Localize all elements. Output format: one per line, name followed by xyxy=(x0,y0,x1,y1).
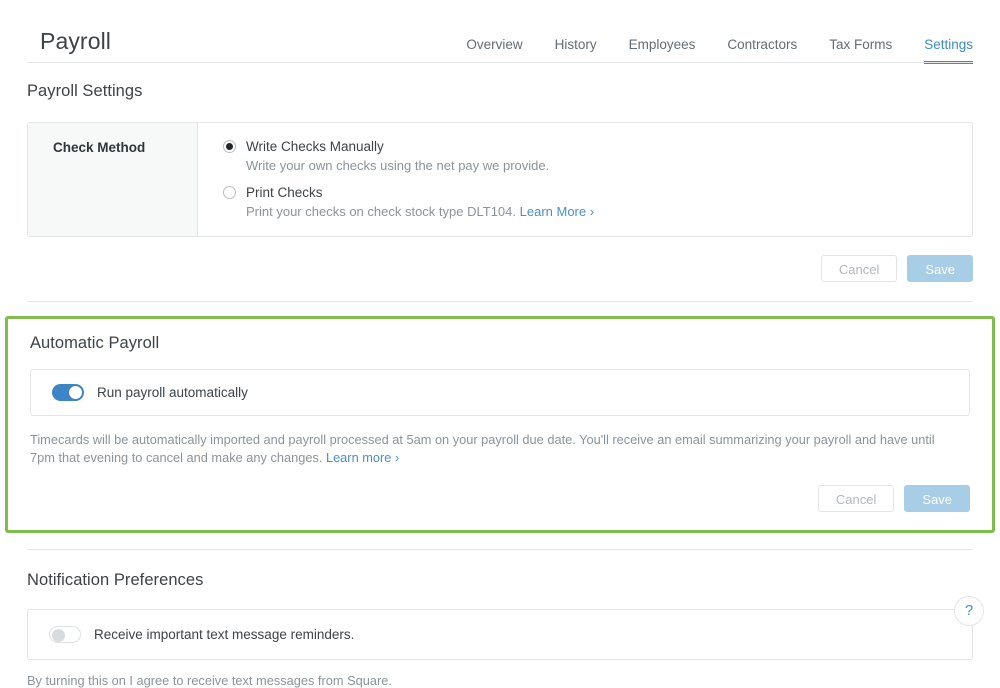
radio-description-write-checks-manually: Write your own checks using the net pay … xyxy=(246,158,972,173)
toggle-knob-icon xyxy=(52,629,65,642)
automatic-payroll-helper-body: Timecards will be automatically imported… xyxy=(30,432,935,465)
radio-icon-write-checks-manually[interactable] xyxy=(223,140,236,153)
toggle-label-text-message-reminders: Receive important text message reminders… xyxy=(94,627,354,642)
payroll-settings-title: Payroll Settings xyxy=(27,82,973,101)
save-button-automatic-payroll[interactable]: Save xyxy=(904,485,970,512)
payroll-settings-button-row: Cancel Save xyxy=(27,255,973,282)
check-method-card: Check Method Write Checks Manually Write… xyxy=(27,122,973,237)
automatic-payroll-title: Automatic Payroll xyxy=(30,334,970,353)
automatic-payroll-button-row: Cancel Save xyxy=(30,485,970,512)
app-header: Payroll Overview History Employees Contr… xyxy=(0,0,1000,63)
help-button[interactable]: ? xyxy=(954,596,984,626)
automatic-payroll-helper-text: Timecards will be automatically imported… xyxy=(30,431,955,467)
learn-more-link-print-checks[interactable]: Learn More › xyxy=(520,204,594,219)
learn-more-link-automatic-payroll[interactable]: Learn more › xyxy=(326,450,399,465)
radio-description-print-checks: Print your checks on check stock type DL… xyxy=(246,204,972,219)
notification-preferences-section: Notification Preferences Receive importa… xyxy=(0,550,1000,688)
radio-description-text-2: Print your checks on check stock type DL… xyxy=(246,204,516,219)
notification-footnote: By turning this on I agree to receive te… xyxy=(27,673,973,688)
main-nav: Overview History Employees Contractors T… xyxy=(450,38,973,64)
toggle-text-message-reminders[interactable] xyxy=(49,626,81,643)
automatic-payroll-section: Automatic Payroll Run payroll automatica… xyxy=(5,316,995,533)
nav-tab-history[interactable]: History xyxy=(539,38,613,64)
toggle-knob-icon xyxy=(69,386,82,399)
toggle-label-run-payroll-automatically: Run payroll automatically xyxy=(97,385,248,400)
nav-tab-employees[interactable]: Employees xyxy=(613,38,712,64)
radio-label-print-checks: Print Checks xyxy=(246,185,323,200)
nav-tab-contractors[interactable]: Contractors xyxy=(711,38,813,64)
nav-tab-settings[interactable]: Settings xyxy=(908,38,973,64)
automatic-payroll-toggle-card: Run payroll automatically xyxy=(30,369,970,416)
notification-toggle-card: Receive important text message reminders… xyxy=(27,609,973,660)
nav-tab-overview[interactable]: Overview xyxy=(450,38,538,64)
toggle-run-payroll-automatically[interactable] xyxy=(52,384,84,401)
notification-preferences-title: Notification Preferences xyxy=(27,571,973,590)
radio-icon-print-checks[interactable] xyxy=(223,186,236,199)
radio-option-write-checks-manually[interactable]: Write Checks Manually Write your own che… xyxy=(223,139,972,173)
nav-tab-tax-forms[interactable]: Tax Forms xyxy=(813,38,908,64)
payroll-settings-section: Payroll Settings Check Method Write Chec… xyxy=(0,63,1000,282)
check-method-options: Write Checks Manually Write your own che… xyxy=(198,123,972,236)
radio-label-write-checks-manually: Write Checks Manually xyxy=(246,139,384,154)
save-button-payroll-settings[interactable]: Save xyxy=(907,255,973,282)
cancel-button-payroll-settings[interactable]: Cancel xyxy=(821,255,897,282)
page-title: Payroll xyxy=(40,30,111,63)
check-method-label: Check Method xyxy=(53,140,197,155)
cancel-button-automatic-payroll[interactable]: Cancel xyxy=(818,485,894,512)
radio-description-text-1: Write your own checks using the net pay … xyxy=(246,158,549,173)
check-method-label-column: Check Method xyxy=(28,123,198,236)
radio-option-print-checks[interactable]: Print Checks Print your checks on check … xyxy=(223,185,972,219)
